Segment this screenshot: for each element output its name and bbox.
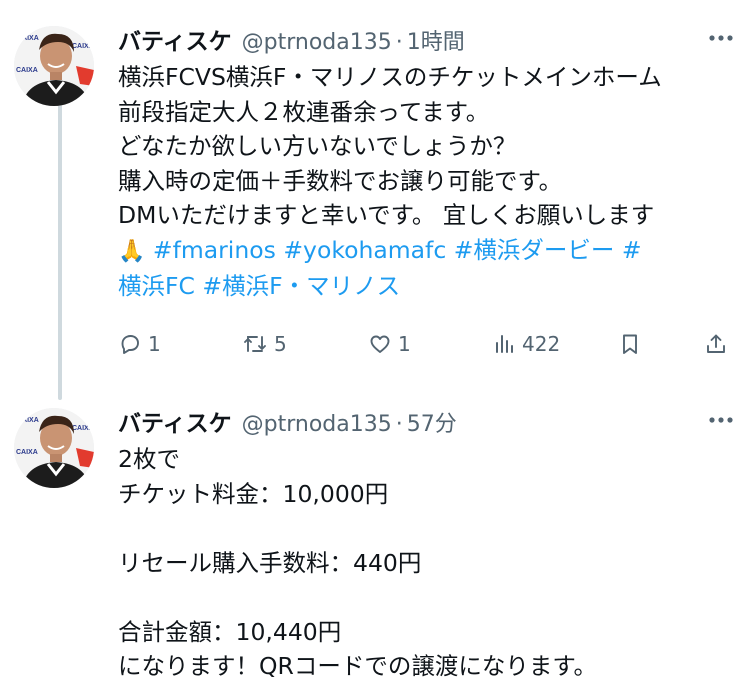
tweet-text-line: DMいただけますと幸いです。 宜しくお願いします	[118, 201, 655, 229]
separator-dot: ·	[395, 30, 403, 55]
thread-connector-line	[58, 100, 62, 400]
svg-text:CAIXA: CAIXA	[16, 67, 38, 74]
hashtag-line: 横浜FC #横浜F・マリノス	[118, 269, 738, 304]
tweet-text: 2枚で チケット料金：10,000円 リセール購入手数料：440円 合計金額：1…	[118, 442, 738, 684]
tweet-text-line: チケット料金：10,000円	[118, 479, 389, 508]
timestamp[interactable]: 57分	[407, 406, 457, 438]
separator-dot: ·	[395, 412, 403, 437]
views-icon	[494, 332, 516, 356]
more-options-button[interactable]	[704, 22, 738, 50]
retweet-button[interactable]: 5	[242, 332, 287, 356]
view-count: 422	[522, 332, 561, 356]
svg-text:CAIXA: CAIXA	[16, 449, 38, 456]
tweet-text-line: 横浜FCVS横浜F・マリノスのチケットメインホーム	[118, 63, 662, 91]
tweet-text-line: 2枚で	[118, 445, 180, 473]
reply-icon	[118, 332, 142, 356]
folded-hands-emoji: 🙏	[118, 238, 146, 264]
tweet-header: バティスケ @ptrnoda135 · 1時間	[118, 22, 738, 58]
views-button[interactable]: 422	[494, 332, 560, 356]
display-name[interactable]: バティスケ	[118, 404, 232, 438]
tweet-text-line: になります！QRコードでの譲渡になります。	[118, 652, 597, 680]
tweet-content: バティスケ @ptrnoda135 · 57分 2枚で チケット料金：10,00…	[118, 404, 738, 684]
hashtag-link[interactable]: 横浜FC	[118, 272, 195, 300]
bookmark-button[interactable]	[618, 332, 642, 356]
svg-text:CAIXA: CAIXA	[17, 417, 39, 424]
svg-text:CAIXA: CAIXA	[72, 43, 94, 50]
display-name[interactable]: バティスケ	[118, 22, 232, 56]
tweet-text-line: どなたか欲しい方いないでしょうか？	[118, 132, 517, 160]
tweet-text-line: 前段指定大人２枚連番余ってます。	[118, 97, 490, 126]
tweet-text-line: 購入時の定価＋手数料でお譲り可能です。	[118, 166, 563, 195]
bookmark-icon	[618, 332, 642, 356]
more-horizontal-icon	[708, 409, 734, 428]
svg-text:CAIXA: CAIXA	[17, 35, 39, 42]
tweet-text-line: 合計金額：10,440円	[118, 617, 342, 646]
tweet-text-line: リセール購入手数料：440円	[118, 548, 422, 577]
reply-count: 1	[148, 332, 161, 356]
tweet-content: バティスケ @ptrnoda135 · 1時間 横浜FCVS横浜F・マリノスのチ…	[118, 22, 738, 304]
tweet-header: バティスケ @ptrnoda135 · 57分	[118, 404, 738, 440]
user-handle[interactable]: @ptrnoda135	[242, 30, 392, 55]
tweet-text: 横浜FCVS横浜F・マリノスのチケットメインホーム 前段指定大人２枚連番余ってま…	[118, 60, 738, 304]
retweet-icon	[242, 332, 268, 356]
more-options-button[interactable]	[704, 404, 738, 432]
hashtag-link[interactable]: #fmarinos	[153, 236, 276, 264]
hashtag-link[interactable]: #横浜ダービー	[454, 236, 615, 264]
like-button[interactable]: 1	[368, 332, 411, 356]
hashtag-link[interactable]: #	[622, 236, 642, 264]
avatar[interactable]: CAIXA CAIXA CAIXA	[14, 26, 94, 106]
timestamp[interactable]: 1時間	[407, 24, 465, 56]
hashtag-line: 🙏 #fmarinos #yokohamafc #横浜ダービー #	[118, 233, 738, 270]
share-icon	[704, 332, 728, 356]
retweet-count: 5	[274, 332, 287, 356]
heart-icon	[368, 332, 392, 356]
user-handle[interactable]: @ptrnoda135	[242, 412, 392, 437]
reply-button[interactable]: 1	[118, 332, 161, 356]
like-count: 1	[398, 332, 411, 356]
hashtag-link[interactable]: #yokohamafc	[283, 236, 446, 264]
share-button[interactable]	[704, 332, 728, 356]
avatar[interactable]: CAIXA CAIXA CAIXA	[14, 408, 94, 488]
tweet-actions: 1 5 1 422	[118, 326, 738, 362]
svg-text:CAIXA: CAIXA	[72, 425, 94, 432]
more-horizontal-icon	[708, 27, 734, 46]
hashtag-link[interactable]: #横浜F・マリノス	[202, 272, 400, 300]
